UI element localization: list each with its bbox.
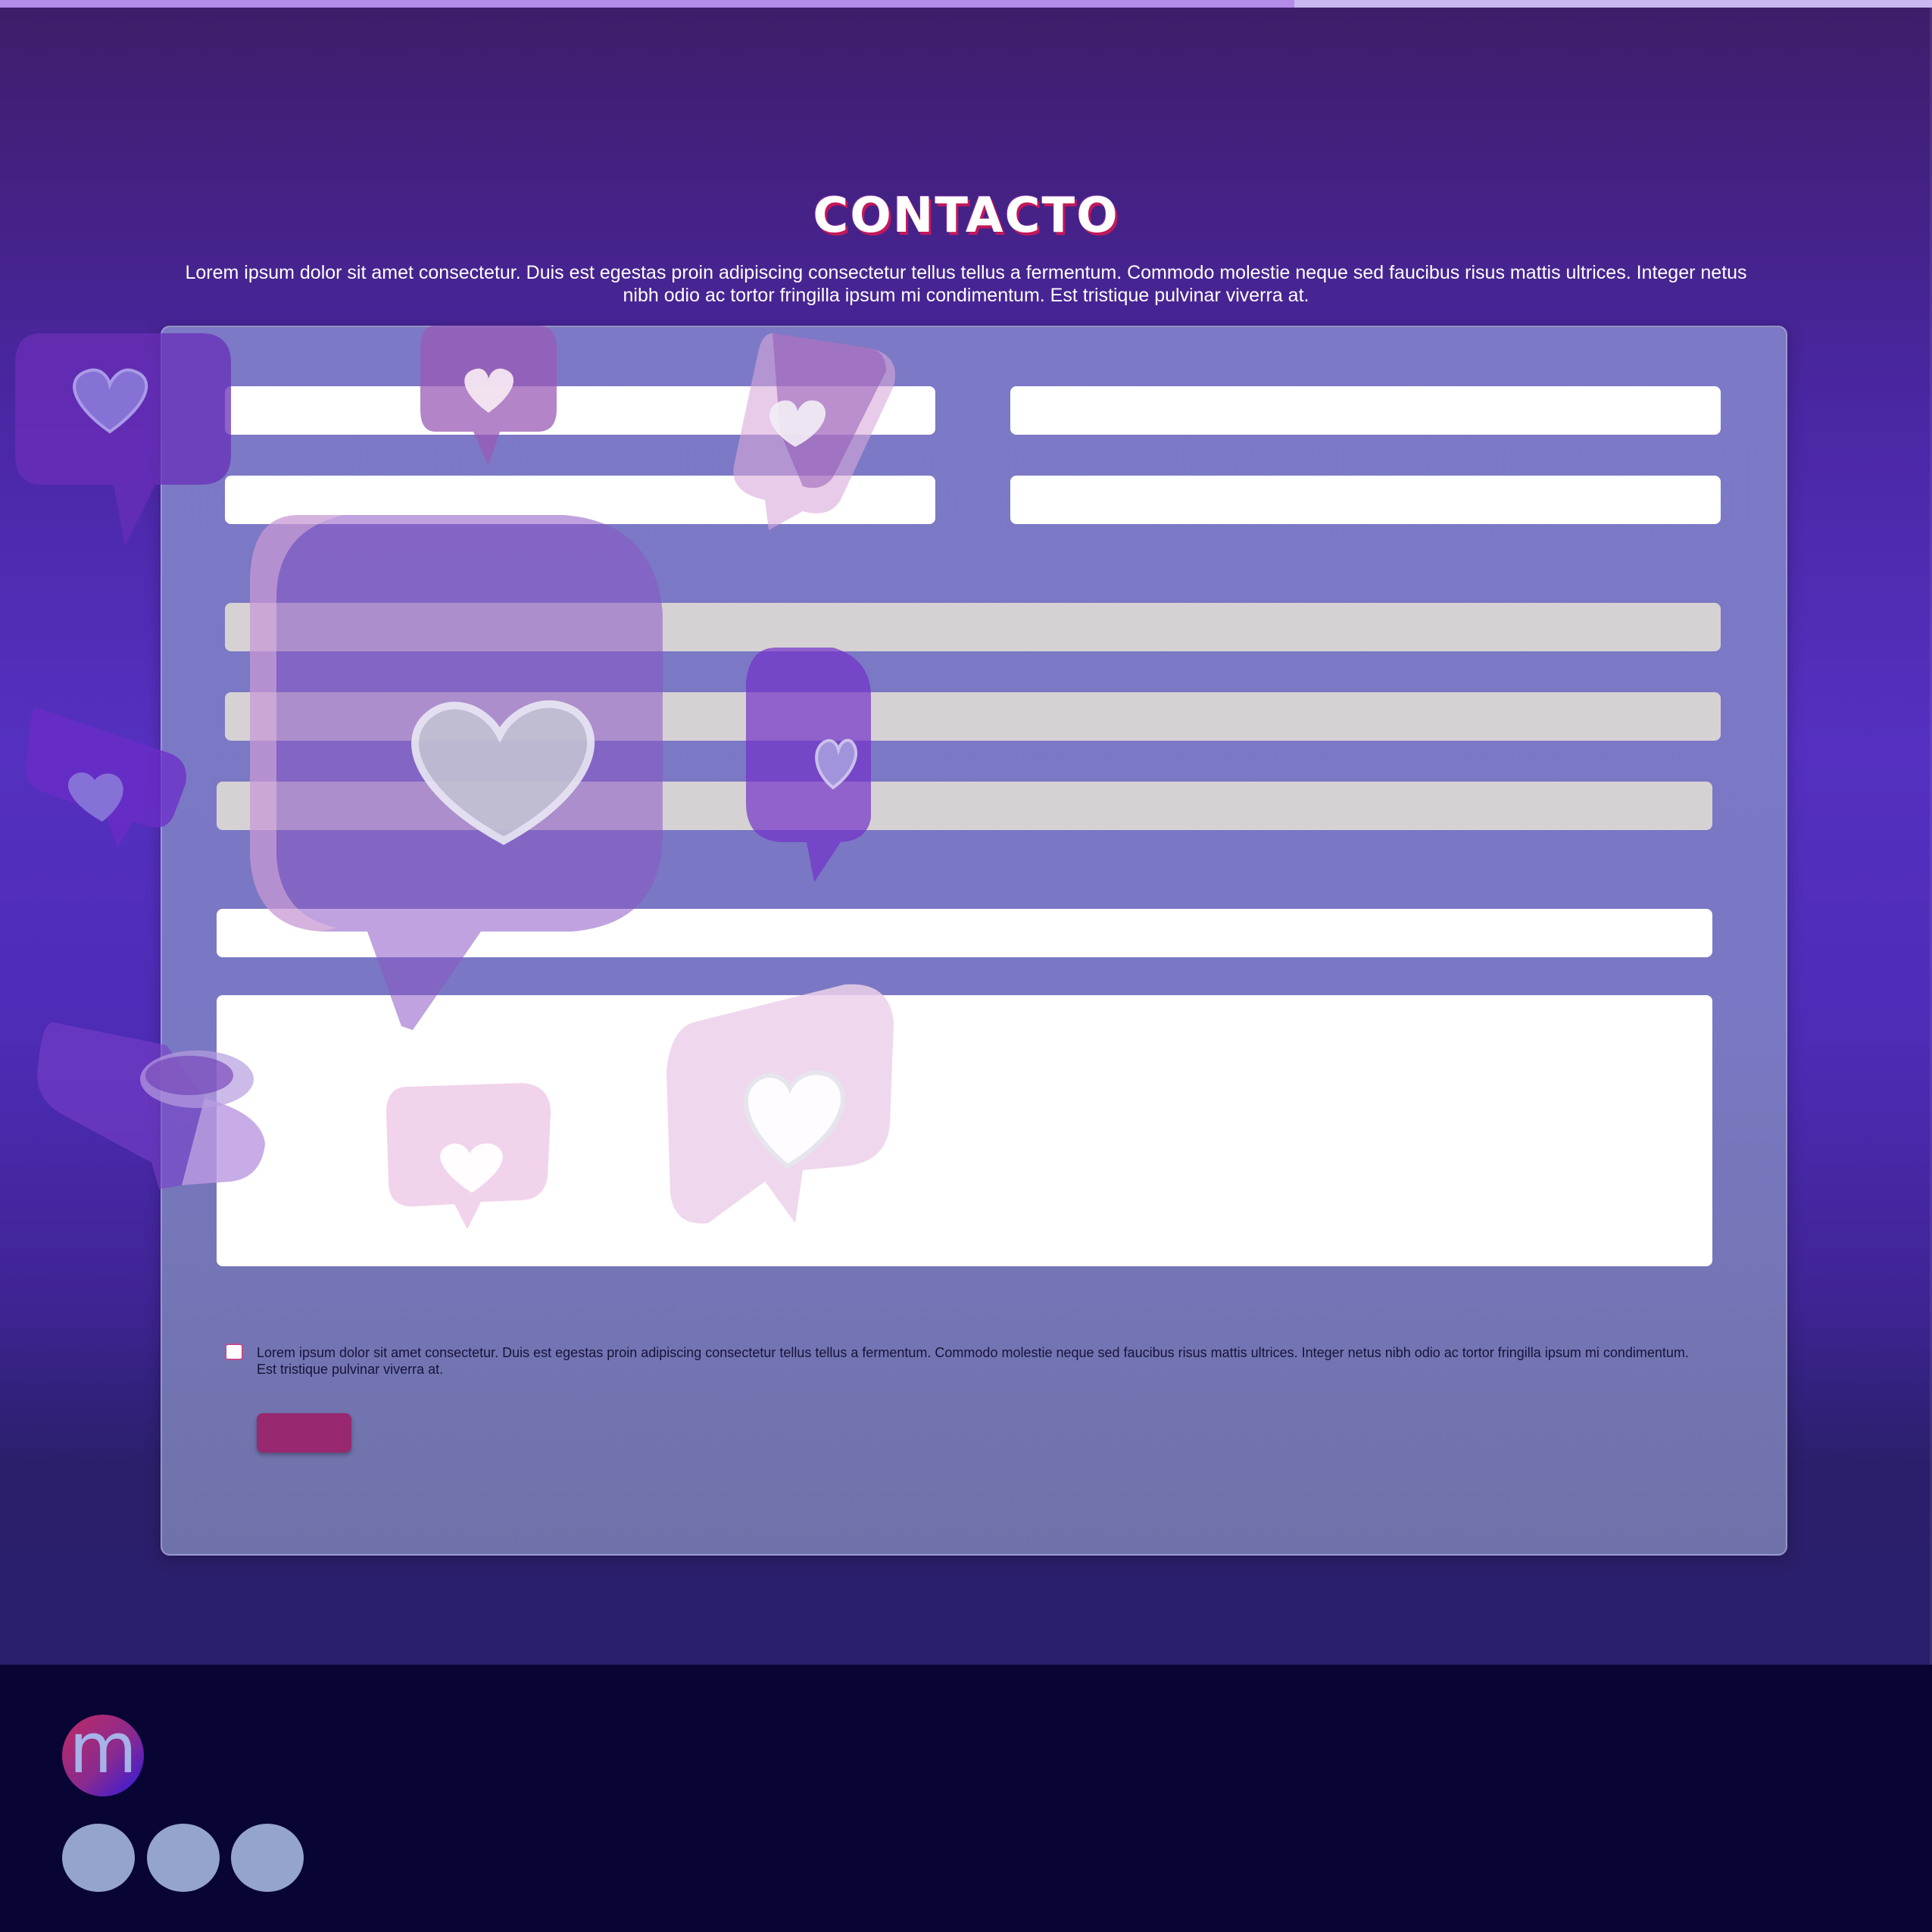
page-title: CONTACTO [813,187,1119,244]
brand-logo[interactable]: m [62,1708,144,1796]
email-input[interactable] [225,476,935,524]
consent-text: Lorem ipsum dolor sit amet consectetur. … [257,1345,1689,1377]
phone-input[interactable] [1010,476,1721,524]
select-dropdown-2[interactable] [225,692,1721,741]
social-icon-2[interactable] [147,1824,220,1892]
contact-section: CONTACTO Lorem ipsum dolor sit amet cons… [0,0,1932,1665]
social-icon-3[interactable] [231,1824,304,1892]
last-name-input[interactable] [1010,386,1721,435]
message-textarea[interactable] [217,995,1712,1266]
intro-text: Lorem ipsum dolor sit amet consectetur. … [185,262,1747,306]
subject-input[interactable] [217,909,1712,957]
scroll-progress-bar [0,0,1932,8]
consent-checkbox[interactable] [225,1344,243,1360]
first-name-input[interactable] [225,386,935,435]
scroll-progress-fill [0,0,1295,8]
select-dropdown-3[interactable] [217,782,1712,830]
brand-logo-letter: m [69,1708,137,1789]
submit-button[interactable] [257,1413,351,1453]
footer [0,1665,1932,1932]
select-dropdown-1[interactable] [225,603,1721,651]
social-icon-1[interactable] [62,1824,135,1892]
